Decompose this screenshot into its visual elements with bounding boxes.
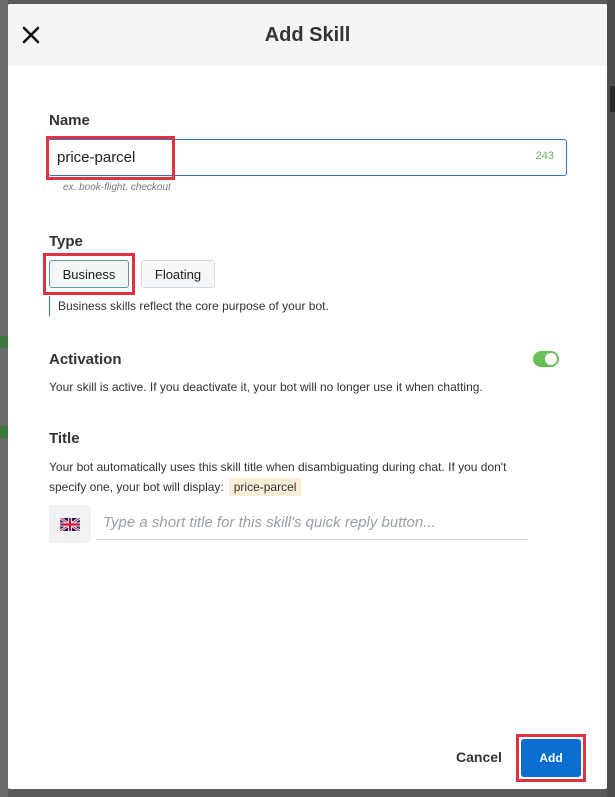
- dialog-body: Name 243 ex. book-flight, checkout Type …: [8, 66, 607, 789]
- title-description: Your bot automatically uses this skill t…: [49, 457, 506, 497]
- name-label: Name: [49, 112, 90, 129]
- activation-label: Activation: [49, 351, 122, 368]
- close-icon: [22, 26, 40, 44]
- add-skill-dialog: Add Skill Name 243 ex. book-flight, chec…: [8, 4, 607, 789]
- highlight-add: [516, 734, 586, 782]
- name-hint: ex. book-flight, checkout: [63, 182, 171, 193]
- dialog-title: Add Skill: [264, 23, 351, 46]
- backdrop-right: [607, 0, 615, 797]
- backdrop-mark: [0, 336, 8, 348]
- title-label: Title: [49, 430, 80, 447]
- type-floating-button[interactable]: Floating: [141, 260, 215, 288]
- char-count: 243: [535, 150, 554, 162]
- type-description: Business skills reflect the core purpose…: [49, 296, 329, 316]
- activation-description: Your skill is active. If you deactivate …: [49, 380, 483, 394]
- close-button[interactable]: [20, 24, 42, 46]
- cancel-button[interactable]: Cancel: [456, 749, 502, 765]
- activation-toggle[interactable]: [533, 351, 559, 367]
- dialog-header: Add Skill: [8, 4, 607, 66]
- default-title-tag: price-parcel: [228, 478, 302, 496]
- language-selector[interactable]: [49, 505, 91, 543]
- backdrop-mark: [0, 426, 8, 438]
- highlight-business: [43, 253, 135, 295]
- uk-flag-icon: [60, 517, 80, 531]
- skill-title-input[interactable]: [96, 506, 528, 540]
- type-label: Type: [49, 233, 83, 250]
- highlight-name: [46, 136, 175, 180]
- title-description-line2: specify one, your bot will display:: [49, 480, 224, 494]
- backdrop-left: [0, 0, 8, 797]
- toggle-knob: [545, 353, 557, 365]
- title-description-line1: Your bot automatically uses this skill t…: [49, 460, 507, 474]
- backdrop-scroll-mark: [610, 86, 615, 112]
